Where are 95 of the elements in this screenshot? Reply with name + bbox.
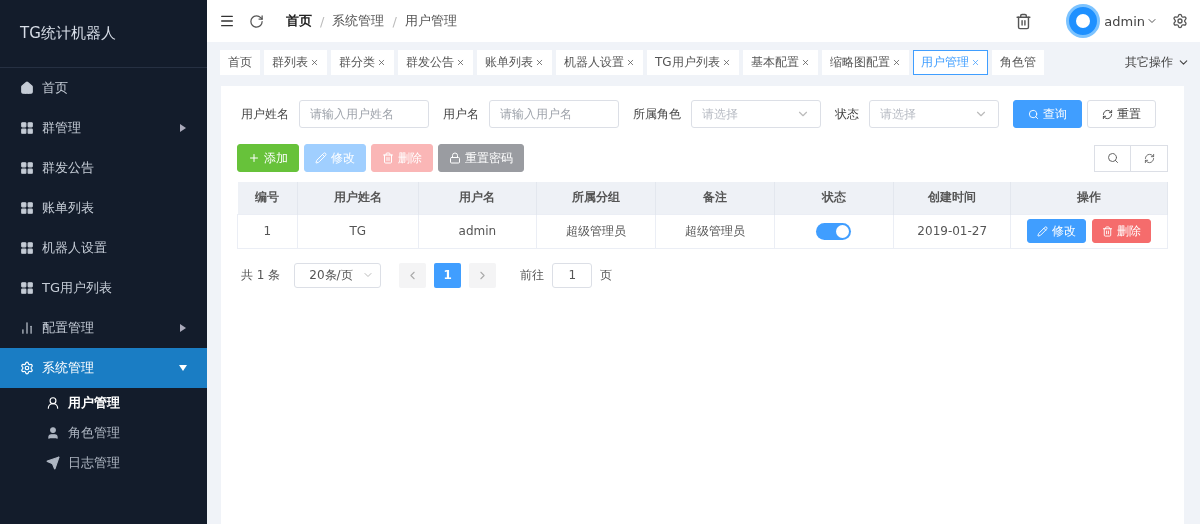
table-cell: 超级管理员: [536, 214, 656, 248]
sidebar-item[interactable]: 群管理: [0, 108, 207, 148]
search-button[interactable]: [1094, 144, 1131, 172]
close-icon[interactable]: [800, 57, 810, 67]
table-cell: 1: [237, 214, 298, 248]
page-input[interactable]: 1: [552, 262, 593, 288]
breadcrumb-item[interactable]: 系统管理: [332, 12, 385, 30]
sidebar-item[interactable]: 系统管理: [0, 348, 207, 388]
user-name[interactable]: admin: [1104, 13, 1145, 29]
page-unit: 页: [600, 266, 613, 284]
breadcrumb-separator: /: [320, 13, 325, 29]
filter-label: 用户名: [443, 105, 479, 123]
sidebar-item[interactable]: 首页: [0, 68, 207, 108]
grid-icon: [20, 281, 34, 295]
tabs-menu[interactable]: 其它操作: [1125, 53, 1190, 71]
refresh-icon[interactable]: [249, 13, 264, 29]
settings-icon: [20, 361, 34, 375]
paper-plane-icon: [46, 456, 60, 470]
tab[interactable]: 首页: [220, 49, 260, 75]
column-header: 状态: [774, 182, 894, 214]
close-icon[interactable]: [377, 57, 386, 67]
close-icon[interactable]: [970, 57, 980, 67]
breadcrumb-item[interactable]: 首页: [286, 12, 312, 30]
total-count: 共 1 条: [241, 266, 281, 284]
trash-icon: [1102, 225, 1114, 237]
column-header: 备注: [655, 182, 775, 214]
grid-icon: [20, 121, 34, 135]
search-icon: [1106, 152, 1119, 164]
table-cell: TG: [297, 214, 419, 248]
breadcrumb-item[interactable]: 用户管理: [404, 12, 457, 30]
tab[interactable]: 基本配置: [742, 49, 818, 75]
settings-icon[interactable]: [1172, 13, 1188, 29]
caret-icon: [179, 364, 187, 372]
tab[interactable]: 账单列表: [477, 49, 552, 75]
trash-icon: [382, 152, 394, 164]
caret-icon: [179, 324, 187, 332]
close-icon[interactable]: [721, 57, 731, 67]
close-icon[interactable]: [535, 57, 544, 67]
close-icon[interactable]: [891, 57, 901, 67]
caret-icon: [179, 124, 187, 132]
column-header: 编号: [237, 182, 298, 214]
refresh-icon: [1102, 108, 1113, 120]
table-cell: admin: [418, 214, 537, 248]
avatar[interactable]: [1066, 4, 1101, 38]
bar-chart-icon: [20, 321, 34, 335]
tab[interactable]: 角色管: [991, 49, 1044, 75]
grid-icon: [20, 241, 34, 255]
trash-icon[interactable]: [1015, 12, 1033, 30]
input-field[interactable]: 请输入用户姓名: [299, 100, 429, 128]
sidebar-item[interactable]: 机器人设置: [0, 228, 207, 268]
sidebar-item[interactable]: TG用户列表: [0, 268, 207, 308]
refresh-icon: [1143, 152, 1155, 164]
close-icon[interactable]: [626, 57, 635, 67]
filter-label: 用户姓名: [241, 105, 289, 123]
page-size-select[interactable]: 20条/页: [294, 262, 382, 288]
sidebar-item[interactable]: 账单列表: [0, 188, 207, 228]
grid-icon: [20, 161, 34, 175]
lock-icon: [449, 152, 461, 164]
sidebar-item[interactable]: 配置管理: [0, 308, 207, 348]
close-icon[interactable]: [456, 57, 465, 67]
filter-label: 所属角色: [633, 105, 681, 123]
tab[interactable]: 群列表: [264, 49, 327, 75]
filter-button[interactable]: 重置: [1087, 100, 1156, 128]
column-header: 用户姓名: [297, 182, 419, 214]
user-icon: [46, 396, 60, 410]
close-icon[interactable]: [310, 57, 319, 67]
refresh-button[interactable]: [1131, 144, 1168, 172]
input-field[interactable]: 请输入用户名: [489, 100, 619, 128]
pencil-icon: [315, 152, 327, 164]
grid-icon: [20, 201, 34, 215]
tab[interactable]: 机器人设置: [556, 49, 643, 75]
column-header: 创建时间: [893, 182, 1011, 214]
status-toggle[interactable]: [816, 222, 852, 240]
goto-label: 前往: [520, 266, 545, 284]
tab[interactable]: 缩略图配置: [821, 49, 909, 75]
breadcrumb-separator: /: [392, 13, 397, 29]
filter-label: 状态: [835, 105, 859, 123]
sidebar-subitem[interactable]: 角色管理: [0, 418, 207, 448]
menu-icon[interactable]: [219, 13, 235, 29]
plus-icon: [248, 152, 260, 164]
user-icon: [46, 426, 60, 440]
sidebar-subitem[interactable]: 日志管理: [0, 448, 207, 478]
tab[interactable]: 群分类: [331, 49, 394, 75]
sidebar-subitem[interactable]: 用户管理: [0, 388, 207, 418]
tab[interactable]: TG用户列表: [647, 49, 739, 75]
home-icon: [20, 81, 34, 95]
sidebar-item[interactable]: 群发公告: [0, 148, 207, 188]
column-header: 操作: [1010, 182, 1168, 214]
table-cell: 超级管理员: [655, 214, 775, 248]
tab[interactable]: 群发公告: [398, 49, 473, 75]
pencil-icon: [1037, 225, 1049, 237]
column-header: 用户名: [418, 182, 537, 214]
column-header: 所属分组: [536, 182, 656, 214]
table-cell: 2019-01-27: [893, 214, 1011, 248]
search-icon: [1028, 108, 1039, 120]
